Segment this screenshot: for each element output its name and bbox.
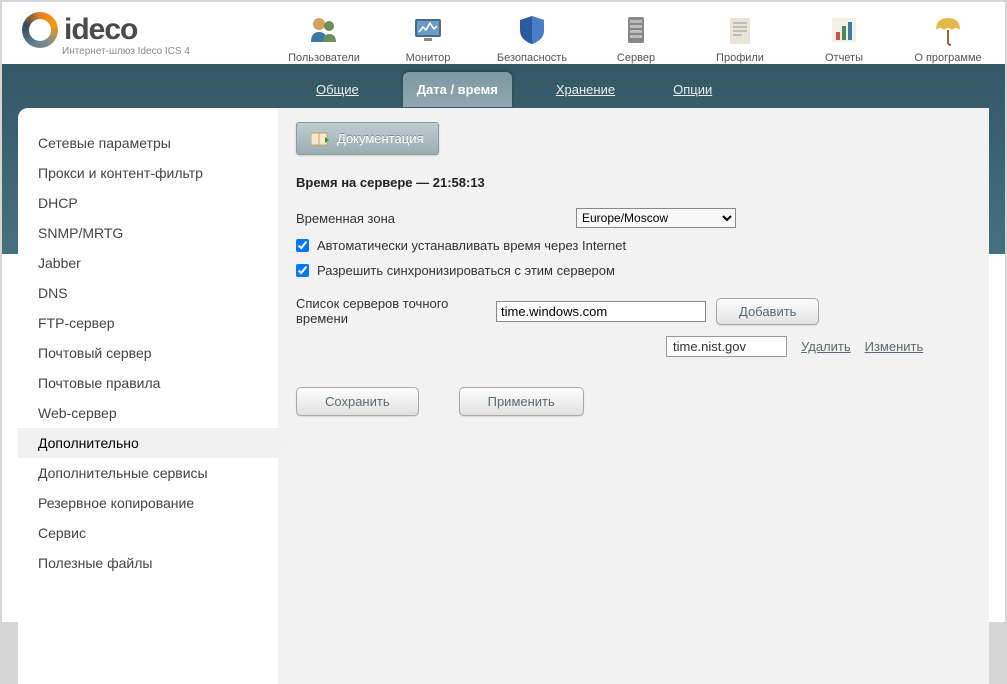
subtab-options[interactable]: Опции: [659, 72, 726, 107]
allow-sync-checkbox[interactable]: [296, 264, 309, 277]
sidebar-item-snmp[interactable]: SNMP/MRTG: [18, 218, 278, 248]
users-icon: [306, 12, 342, 48]
apply-button[interactable]: Применить: [459, 387, 584, 416]
sidebar-item-backup[interactable]: Резервное копирование: [18, 488, 278, 518]
timezone-label: Временная зона: [296, 211, 576, 226]
subtabs: Общие Дата / время Хранение Опции: [2, 64, 1005, 107]
reports-icon: [826, 12, 862, 48]
section-title: Время на сервере — 21:58:13: [296, 175, 971, 190]
delete-link[interactable]: Удалить: [801, 339, 851, 354]
sidebar-item-mailrules[interactable]: Почтовые правила: [18, 368, 278, 398]
subtab-datetime[interactable]: Дата / время: [403, 72, 512, 107]
timezone-select[interactable]: Europe/Moscow: [576, 208, 736, 228]
existing-server-entry: time.nist.gov: [666, 336, 787, 357]
sidebar-item-proxy[interactable]: Прокси и контент-фильтр: [18, 158, 278, 188]
server-icon: [618, 12, 654, 48]
top-nav: Пользователи Монитор Безопасность Сервер…: [287, 12, 985, 64]
documentation-label: Документация: [337, 131, 424, 146]
sidebar: Сетевые параметры Прокси и контент-фильт…: [18, 108, 278, 684]
documentation-button[interactable]: Документация: [296, 122, 439, 155]
profiles-icon: [722, 12, 758, 48]
logo-swirl-icon: [22, 12, 58, 48]
main-band: Общие Дата / время Хранение Опции Сетевы…: [2, 64, 1005, 254]
umbrella-icon: [930, 12, 966, 48]
sidebar-item-webserver[interactable]: Web-сервер: [18, 398, 278, 428]
monitor-icon: [410, 12, 446, 48]
logo-block: ideco Интернет-шлюз Ideco ICS 4: [22, 12, 190, 57]
save-button[interactable]: Сохранить: [296, 387, 419, 416]
subtab-storage[interactable]: Хранение: [542, 72, 629, 107]
add-button[interactable]: Добавить: [716, 298, 819, 325]
allow-sync-label: Разрешить синхронизироваться с этим серв…: [317, 263, 615, 278]
topnav-monitor[interactable]: Монитор: [391, 12, 465, 64]
logo-subtitle: Интернет-шлюз Ideco ICS 4: [62, 46, 190, 57]
sidebar-item-mail[interactable]: Почтовый сервер: [18, 338, 278, 368]
topnav-about[interactable]: О программе: [911, 12, 985, 64]
sidebar-item-addservices[interactable]: Дополнительные сервисы: [18, 458, 278, 488]
book-icon: [311, 132, 329, 146]
header: ideco Интернет-шлюз Ideco ICS 4 Пользова…: [2, 2, 1005, 64]
sidebar-item-files[interactable]: Полезные файлы: [18, 548, 278, 578]
auto-sync-label: Автоматически устанавливать время через …: [317, 238, 626, 253]
sidebar-item-jabber[interactable]: Jabber: [18, 248, 278, 278]
auto-sync-checkbox[interactable]: [296, 239, 309, 252]
sidebar-item-additional[interactable]: Дополнительно: [18, 428, 278, 458]
shield-icon: [514, 12, 550, 48]
topnav-profiles[interactable]: Профили: [703, 12, 777, 64]
servers-list-label: Список серверов точного времени: [296, 296, 496, 326]
topnav-users[interactable]: Пользователи: [287, 12, 361, 64]
logo-text: ideco: [64, 13, 137, 47]
sidebar-item-dns[interactable]: DNS: [18, 278, 278, 308]
sidebar-item-dhcp[interactable]: DHCP: [18, 188, 278, 218]
topnav-security[interactable]: Безопасность: [495, 12, 569, 64]
edit-link[interactable]: Изменить: [865, 339, 924, 354]
sidebar-item-ftp[interactable]: FTP-сервер: [18, 308, 278, 338]
topnav-reports[interactable]: Отчеты: [807, 12, 881, 64]
topnav-server[interactable]: Сервер: [599, 12, 673, 64]
subtab-general[interactable]: Общие: [302, 72, 373, 107]
content-pane: Документация Время на сервере — 21:58:13…: [278, 108, 989, 684]
server-input[interactable]: [496, 301, 706, 322]
sidebar-item-network[interactable]: Сетевые параметры: [18, 128, 278, 158]
sidebar-item-service[interactable]: Сервис: [18, 518, 278, 548]
